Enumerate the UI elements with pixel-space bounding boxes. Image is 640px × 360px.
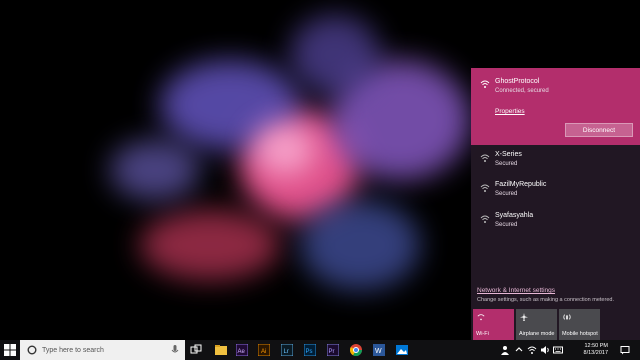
- network-tray-icon[interactable]: [527, 345, 537, 355]
- network-item-ghostprotocol[interactable]: GhostProtocol Connected, secured Propert…: [471, 68, 640, 145]
- mobile-hotspot-tile[interactable]: Mobile hotspot: [559, 309, 600, 340]
- network-flyout: GhostProtocol Connected, secured Propert…: [471, 68, 640, 340]
- svg-text:Ps: Ps: [306, 349, 313, 355]
- photoshop-icon[interactable]: Ps: [304, 344, 316, 356]
- premiere-icon[interactable]: Pr: [327, 344, 339, 356]
- network-name: FazilMyRepublic: [495, 181, 547, 188]
- clock-time: 12:50 PM: [584, 343, 608, 349]
- show-hidden-icons-chevron[interactable]: [514, 345, 524, 355]
- chrome-icon[interactable]: [350, 344, 362, 356]
- taskbar: Type here to search Ae Ai Lr Ps Pr W 12:…: [0, 340, 640, 360]
- windows-start-icon[interactable]: [4, 344, 16, 356]
- word-icon[interactable]: W: [373, 344, 385, 356]
- network-settings-link[interactable]: Network & Internet settings: [477, 287, 555, 294]
- clock-date: 8/13/2017: [583, 350, 608, 356]
- tile-label: Wi-Fi: [476, 331, 489, 337]
- cortana-icon: [27, 345, 37, 355]
- network-status: Secured: [495, 222, 518, 228]
- wifi-signal-icon: [480, 184, 490, 192]
- search-box[interactable]: Type here to search: [20, 340, 185, 360]
- task-view-icon[interactable]: [190, 344, 202, 356]
- svg-text:Ae: Ae: [238, 349, 246, 355]
- clock[interactable]: 12:50 PM 8/13/2017: [568, 343, 608, 357]
- hotspot-icon: [563, 314, 571, 320]
- tile-label: Mobile hotspot: [562, 331, 598, 337]
- lightroom-icon[interactable]: Lr: [281, 344, 293, 356]
- network-name: X-Series: [495, 151, 522, 158]
- wifi-tile[interactable]: Wi-Fi: [473, 309, 514, 340]
- network-status: Secured: [495, 191, 518, 197]
- photos-icon[interactable]: [396, 344, 408, 356]
- network-item-fazilmyrepublic[interactable]: FazilMyRepublic Secured: [471, 178, 640, 208]
- network-status: Connected, secured: [495, 88, 549, 94]
- wifi-signal-icon: [480, 215, 490, 223]
- network-name: GhostProtocol: [495, 78, 540, 85]
- wifi-signal-icon: [480, 80, 490, 88]
- properties-link[interactable]: Properties: [495, 108, 525, 115]
- network-name: Syafasyahla: [495, 212, 534, 219]
- svg-text:W: W: [375, 348, 382, 355]
- file-explorer-icon[interactable]: [215, 344, 227, 356]
- airplane-mode-tile[interactable]: Airplane mode: [516, 309, 557, 340]
- svg-text:Lr: Lr: [284, 349, 289, 355]
- disconnect-button[interactable]: Disconnect: [565, 123, 633, 137]
- keyboard-icon[interactable]: [553, 345, 563, 355]
- after-effects-icon[interactable]: Ae: [236, 344, 248, 356]
- network-settings-description: Change settings, such as making a connec…: [477, 297, 614, 303]
- svg-text:Ai: Ai: [261, 349, 266, 355]
- network-item-syafasyahla[interactable]: Syafasyahla Secured: [471, 209, 640, 239]
- network-status: Secured: [495, 161, 518, 167]
- tile-label: Airplane mode: [519, 331, 555, 337]
- wifi-signal-icon: [480, 154, 490, 162]
- svg-text:Pr: Pr: [329, 349, 335, 355]
- airplane-icon: [520, 313, 528, 321]
- volume-icon[interactable]: [540, 345, 550, 355]
- microphone-icon[interactable]: [171, 345, 179, 355]
- illustrator-icon[interactable]: Ai: [258, 344, 270, 356]
- search-placeholder: Type here to search: [42, 346, 104, 354]
- people-icon[interactable]: [500, 345, 510, 355]
- network-item-x-series[interactable]: X-Series Secured: [471, 148, 640, 178]
- action-center-icon[interactable]: [620, 345, 630, 355]
- wifi-icon: [477, 314, 485, 321]
